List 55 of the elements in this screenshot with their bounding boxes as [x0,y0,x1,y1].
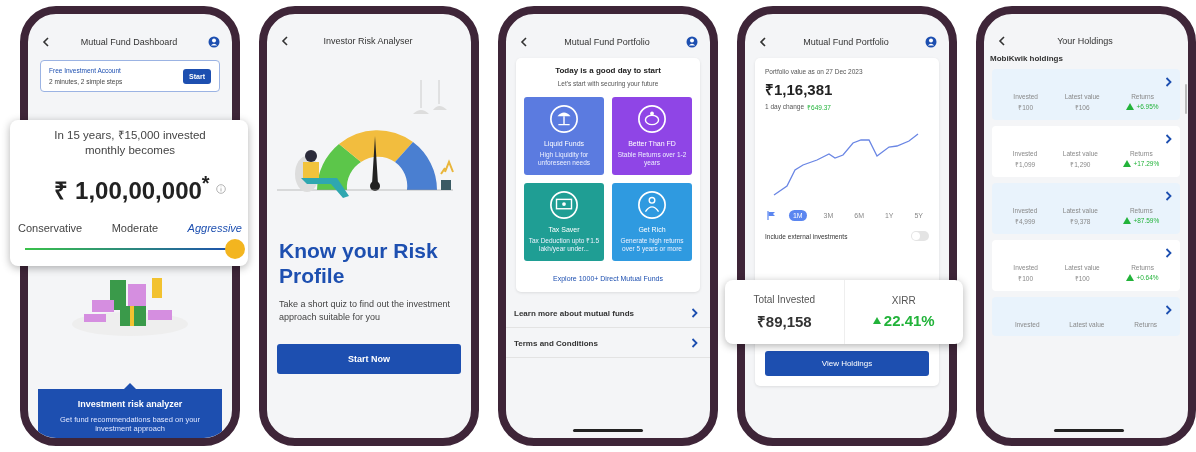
external-investments-toggle[interactable] [911,231,929,241]
chevron-right-icon[interactable] [1165,77,1172,87]
up-triangle-icon [1126,274,1135,281]
section-title: MobiKwik holdings [989,54,1064,65]
home-indicator [573,429,643,432]
portfolio-value: ₹1,16,381 [765,80,834,99]
chevron-right-icon[interactable] [691,308,698,318]
profile-icon[interactable] [686,36,698,48]
flag-icon[interactable] [767,211,776,220]
umbrella-icon [549,104,579,134]
total-invested-label: Total Invested [753,293,816,305]
screen-title: Mutual Fund Portfolio [563,37,651,47]
risk-profile-option[interactable]: Conservative [18,221,83,234]
profile-icon[interactable] [925,36,937,48]
banner-title: Investment risk analyzer [76,398,184,409]
total-invested-value: ₹89,158 [756,311,812,331]
back-icon[interactable] [520,37,528,47]
up-triangle-icon [1126,103,1135,110]
screen-title: Investor Risk Analyser [322,36,414,46]
link-label: Learn more about mutual funds [514,308,634,318]
chevron-right-icon[interactable] [691,338,698,348]
info-link-row[interactable]: Terms and Conditions [506,328,710,358]
back-icon[interactable] [759,37,767,47]
banknote-icon [549,190,579,220]
profile-icon[interactable] [208,36,220,48]
home-indicator [1054,429,1124,432]
projection-text: In 15 years, ₹15,000 invested monthly becomes [53,128,207,158]
info-link-row[interactable]: Learn more about mutual funds [506,298,710,328]
link-label: Terms and Conditions [514,338,598,348]
person-icon [637,190,667,220]
screen-title: Mutual Fund Dashboard [79,37,179,47]
risk-profile-heading: Know your Risk Profile [278,238,439,289]
screen-title: Your Holdings [1056,36,1114,46]
coin-slider-thumb[interactable] [225,238,245,259]
scrollbar [1185,84,1187,114]
card-title: Today is a good day to start [554,66,662,75]
risk-profile-description: Take a short quiz to find out the investment approach suitable for you [278,298,452,324]
start-now-button[interactable]: Start Now [277,343,461,374]
projected-amount: ₹ 1,00,00,000$^{*}$ [54,171,210,206]
chevron-right-icon[interactable] [1165,134,1172,144]
view-holdings-button[interactable]: View Holdings [765,351,929,376]
screen-title: Mutual Fund Portfolio [802,37,890,47]
risk-profile-option[interactable]: Aggressive [187,221,242,234]
back-icon[interactable] [998,36,1006,46]
up-triangle-icon [1123,217,1132,224]
back-icon[interactable] [281,36,289,46]
xirr-label: XIRR [891,295,916,306]
risk-profile-option[interactable]: Moderate [111,221,159,234]
chevron-right-icon[interactable] [1165,191,1172,201]
chevron-right-icon[interactable] [1165,248,1172,258]
up-triangle-icon [1123,160,1132,167]
chevron-right-icon[interactable] [1165,305,1172,315]
xirr-value: 22.41% [883,312,935,329]
up-triangle-icon [872,317,881,324]
back-icon[interactable] [42,37,50,47]
